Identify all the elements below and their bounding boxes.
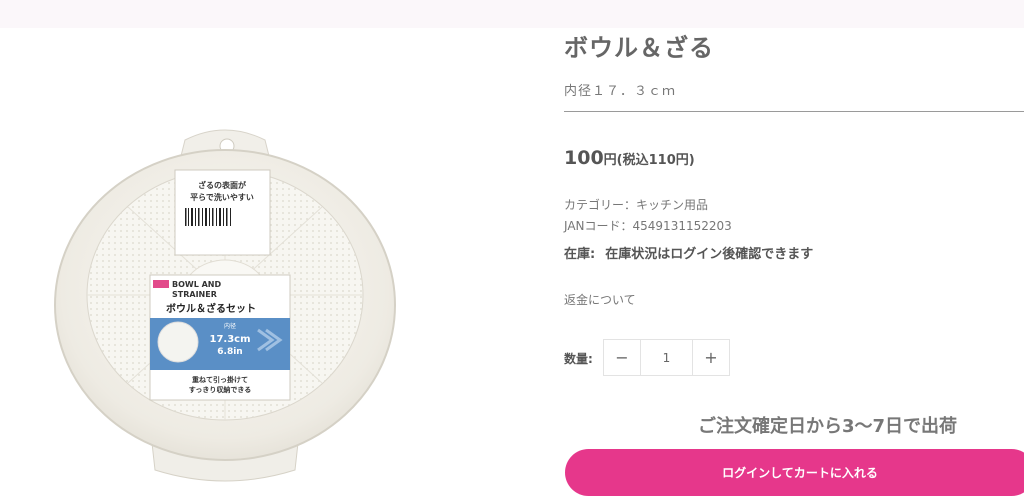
package-label-line2: 平らで洗いやすい bbox=[190, 192, 254, 202]
quantity-input[interactable]: 1 bbox=[640, 340, 693, 375]
product-price: 100円(税込110円) bbox=[564, 147, 695, 169]
package-name-en-1: BOWL AND bbox=[172, 280, 221, 289]
quantity-label: 数量: bbox=[564, 352, 593, 366]
stock-status: 在庫: 在庫状況はログイン後確認できます bbox=[564, 243, 813, 262]
divider bbox=[564, 111, 1024, 112]
package-feature-2: すっきり収納できる bbox=[189, 385, 252, 394]
header-band bbox=[0, 0, 1024, 28]
stock-label: 在庫: bbox=[564, 247, 596, 262]
quantity-decrease-button[interactable]: − bbox=[604, 340, 640, 375]
product-subtitle: 内径１７．３ｃｍ bbox=[564, 84, 677, 99]
product-jan-code: JANコード：4549131152203 bbox=[564, 219, 732, 233]
refund-link[interactable]: 返金について bbox=[564, 291, 636, 308]
stock-text: 在庫状況はログイン後確認できます bbox=[605, 247, 814, 262]
package-name-en-2: STRAINER bbox=[172, 290, 217, 299]
package-inner-label: 内径 bbox=[224, 322, 236, 330]
product-image: ざるの表面が 平らで洗いやすい BOWL AND STRAINER ボウル＆ざる… bbox=[54, 129, 396, 482]
package-name-jp: ボウル＆ざるセット bbox=[166, 302, 256, 315]
package-label-line1: ざるの表面が bbox=[198, 180, 247, 190]
price-suffix: 円(税込110円) bbox=[603, 153, 695, 168]
shipping-note: ご注文確定日から3〜7日で出荷 bbox=[698, 416, 958, 437]
price-main: 100 bbox=[564, 147, 604, 169]
quantity-stepper: − 1 + bbox=[603, 339, 730, 376]
package-feature-1: 重ねて引っ掛けて bbox=[192, 375, 248, 384]
add-to-cart-button[interactable]: ログインしてカートに入れる bbox=[565, 449, 1024, 496]
package-size-in: 6.8in bbox=[217, 347, 242, 357]
quantity-increase-button[interactable]: + bbox=[693, 340, 729, 375]
product-category: カテゴリー：キッチン用品 bbox=[564, 198, 709, 212]
package-size-cm: 17.3cm bbox=[209, 334, 250, 345]
add-to-cart-label: ログインしてカートに入れる bbox=[722, 466, 878, 480]
product-title: ボウル＆ざる bbox=[564, 34, 714, 62]
